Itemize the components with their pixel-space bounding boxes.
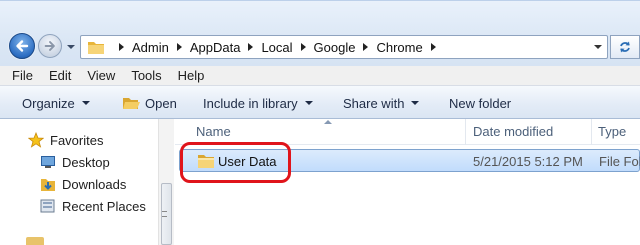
- scrollbar-grip: [162, 211, 167, 217]
- file-date-modified: 5/21/2015 5:12 PM: [473, 154, 583, 169]
- folder-icon: [88, 42, 104, 54]
- nav-item-downloads[interactable]: Downloads: [40, 176, 126, 192]
- back-button[interactable]: [9, 33, 35, 59]
- breadcrumb-separator-icon[interactable]: [119, 43, 124, 51]
- column-divider[interactable]: [465, 119, 466, 145]
- menu-help[interactable]: Help: [178, 68, 205, 83]
- address-bar-region: Admin AppData Local Google Chrome: [0, 0, 640, 66]
- downloads-folder-icon: [41, 179, 55, 191]
- file-row-user-data[interactable]: User Data 5/21/2015 5:12 PM File Fol: [179, 149, 640, 172]
- column-name[interactable]: Name: [196, 124, 231, 139]
- new-folder-label: New folder: [449, 95, 512, 111]
- breadcrumb: Admin AppData Local Google Chrome: [111, 40, 444, 55]
- menu-edit[interactable]: Edit: [49, 68, 71, 83]
- folder-icon: [26, 237, 44, 245]
- breadcrumb-google[interactable]: Google: [314, 40, 356, 55]
- organize-button[interactable]: Organize: [16, 91, 96, 115]
- desktop-label: Desktop: [62, 154, 110, 170]
- address-history-dropdown-icon[interactable]: [594, 45, 602, 49]
- column-type[interactable]: Type: [598, 124, 626, 139]
- forward-button[interactable]: [38, 34, 62, 58]
- favorites-label: Favorites: [50, 132, 104, 148]
- breadcrumb-admin[interactable]: Admin: [132, 40, 169, 55]
- chevron-down-icon: [411, 101, 420, 105]
- breadcrumb-separator-icon[interactable]: [430, 43, 436, 51]
- nav-scrollbar[interactable]: [158, 119, 174, 245]
- breadcrumb-separator-icon[interactable]: [176, 43, 182, 51]
- open-label: Open: [145, 95, 177, 111]
- command-bar: Organize Open Include in library Share w…: [0, 86, 640, 119]
- column-date-modified[interactable]: Date modified: [473, 124, 553, 139]
- share-with-button[interactable]: Share with: [337, 91, 425, 115]
- nav-item-recent-places[interactable]: Recent Places: [40, 198, 146, 214]
- chevron-down-icon: [304, 101, 313, 105]
- refresh-button[interactable]: [610, 35, 640, 59]
- organize-label: Organize: [22, 95, 75, 111]
- file-type: File Fol: [599, 154, 640, 169]
- column-divider[interactable]: [591, 119, 592, 145]
- open-button[interactable]: Open: [116, 91, 183, 115]
- column-header: Name Date modified Type: [175, 119, 640, 145]
- include-label: Include in library: [203, 95, 298, 111]
- share-label: Share with: [343, 95, 405, 111]
- refresh-icon: [620, 41, 630, 53]
- chevron-down-icon: [81, 101, 90, 105]
- sort-ascending-icon: [324, 120, 332, 124]
- desktop-icon: [41, 156, 55, 168]
- file-list: Name Date modified Type User Data 5/21/2…: [175, 119, 640, 245]
- recent-places-icon: [40, 199, 55, 213]
- new-folder-button[interactable]: New folder: [443, 91, 517, 115]
- file-name: User Data: [218, 154, 277, 169]
- breadcrumb-appdata[interactable]: AppData: [190, 40, 241, 55]
- forward-arrow-icon: [44, 41, 55, 51]
- star-icon: [28, 132, 44, 148]
- downloads-label: Downloads: [62, 176, 127, 192]
- breadcrumb-separator-icon[interactable]: [363, 43, 369, 51]
- back-arrow-icon: [16, 40, 29, 52]
- menu-view[interactable]: View: [87, 68, 115, 83]
- menu-file[interactable]: File: [12, 68, 33, 83]
- folder-icon: [198, 155, 214, 168]
- nav-favorites[interactable]: Favorites: [28, 132, 103, 148]
- breadcrumb-local[interactable]: Local: [261, 40, 292, 55]
- open-folder-icon: [123, 98, 140, 109]
- breadcrumb-chrome[interactable]: Chrome: [376, 40, 422, 55]
- breadcrumb-separator-icon[interactable]: [300, 43, 306, 51]
- menu-tools[interactable]: Tools: [131, 68, 161, 83]
- recent-places-label: Recent Places: [62, 198, 146, 214]
- navigation-pane: Favorites Desktop Downloads Recent Place…: [0, 119, 174, 245]
- address-input[interactable]: Admin AppData Local Google Chrome: [80, 35, 608, 59]
- recent-pages-dropdown-icon[interactable]: [66, 43, 76, 51]
- menu-bar: File Edit View Tools Help: [0, 66, 640, 86]
- include-in-library-button[interactable]: Include in library: [197, 91, 319, 115]
- nav-item-desktop[interactable]: Desktop: [40, 154, 110, 170]
- breadcrumb-separator-icon[interactable]: [248, 43, 254, 51]
